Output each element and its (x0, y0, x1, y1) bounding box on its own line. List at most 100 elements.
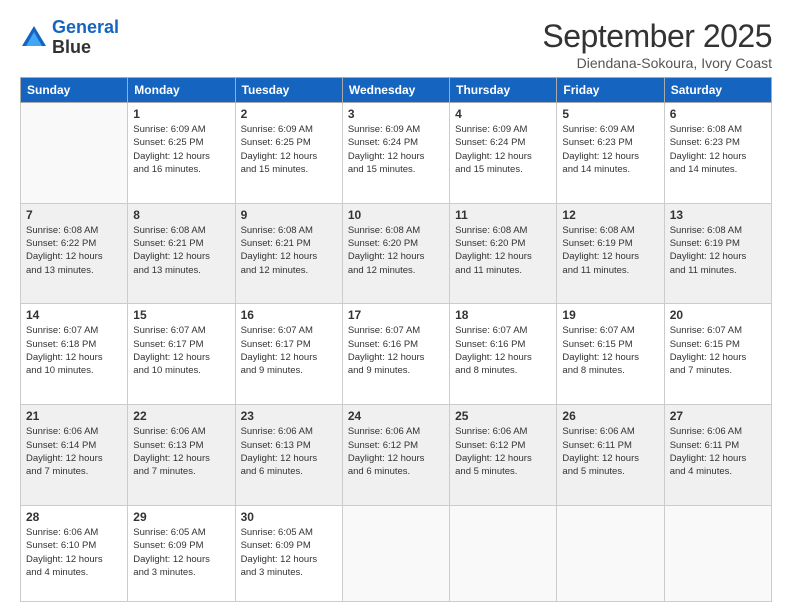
day-info: Sunrise: 6:06 AM Sunset: 6:13 PM Dayligh… (241, 425, 337, 478)
day-info: Sunrise: 6:07 AM Sunset: 6:18 PM Dayligh… (26, 324, 122, 377)
day-cell: 26Sunrise: 6:06 AM Sunset: 6:11 PM Dayli… (557, 405, 664, 506)
day-info: Sunrise: 6:08 AM Sunset: 6:21 PM Dayligh… (241, 224, 337, 277)
day-cell: 19Sunrise: 6:07 AM Sunset: 6:15 PM Dayli… (557, 304, 664, 405)
day-cell: 1 Sunrise: 6:09 AM Sunset: 6:25 PM Daylig… (128, 103, 235, 204)
day-cell: 24 Sunrise: 6:06 AM Sunset: 6:12 PM Dayli… (342, 405, 449, 506)
day-number: 21 (26, 409, 122, 423)
header-day: Saturday (664, 78, 771, 103)
day-cell: 14 Sunrise: 6:07 AM Sunset: 6:18 PM Dayli… (21, 304, 128, 405)
day-info: Sunrise: 6:09 AM Sunset: 6:25 PM Dayligh… (241, 123, 337, 176)
logo-icon (20, 24, 48, 52)
day-number: 22 (133, 409, 229, 423)
day-number: 30 (241, 510, 337, 524)
day-cell: 10 Sunrise: 6:08 AM Sunset: 6:20 PM Dayli… (342, 203, 449, 304)
day-cell: 4Sunrise: 6:09 AM Sunset: 6:24 PM Daylig… (450, 103, 557, 204)
day-number: 24 (348, 409, 444, 423)
day-cell: 13 Sunrise: 6:08 AM Sunset: 6:19 PM Dayli… (664, 203, 771, 304)
day-number: 23 (241, 409, 337, 423)
day-number: 17 (348, 308, 444, 322)
day-cell: 21 Sunrise: 6:06 AM Sunset: 6:14 PM Dayli… (21, 405, 128, 506)
calendar-table: SundayMondayTuesdayWednesdayThursdayFrid… (20, 77, 772, 602)
header-day: Monday (128, 78, 235, 103)
day-cell (664, 505, 771, 601)
day-number: 9 (241, 208, 337, 222)
day-info: Sunrise: 6:08 AM Sunset: 6:20 PM Dayligh… (348, 224, 444, 277)
page: General Blue September 2025 Diendana-Sok… (0, 0, 792, 612)
day-cell: 5Sunrise: 6:09 AM Sunset: 6:23 PM Daylig… (557, 103, 664, 204)
day-info: Sunrise: 6:07 AM Sunset: 6:15 PM Dayligh… (670, 324, 766, 377)
day-info: Sunrise: 6:06 AM Sunset: 6:14 PM Dayligh… (26, 425, 122, 478)
title-section: September 2025 Diendana-Sokoura, Ivory C… (542, 18, 772, 71)
header-day: Wednesday (342, 78, 449, 103)
top-section: General Blue September 2025 Diendana-Sok… (20, 18, 772, 71)
day-cell: 29 Sunrise: 6:05 AM Sunset: 6:09 PM Dayli… (128, 505, 235, 601)
day-number: 25 (455, 409, 551, 423)
header-row: SundayMondayTuesdayWednesdayThursdayFrid… (21, 78, 772, 103)
day-info: Sunrise: 6:07 AM Sunset: 6:17 PM Dayligh… (133, 324, 229, 377)
day-cell: 27Sunrise: 6:06 AM Sunset: 6:11 PM Dayli… (664, 405, 771, 506)
day-cell: 7 Sunrise: 6:08 AM Sunset: 6:22 PM Daylig… (21, 203, 128, 304)
day-info: Sunrise: 6:06 AM Sunset: 6:12 PM Dayligh… (455, 425, 551, 478)
day-cell: 28Sunrise: 6:06 AM Sunset: 6:10 PM Dayli… (21, 505, 128, 601)
day-cell (450, 505, 557, 601)
day-cell: 9 Sunrise: 6:08 AM Sunset: 6:21 PM Daylig… (235, 203, 342, 304)
day-cell: 3 Sunrise: 6:09 AM Sunset: 6:24 PM Daylig… (342, 103, 449, 204)
day-info: Sunrise: 6:09 AM Sunset: 6:23 PM Dayligh… (562, 123, 658, 176)
day-number: 15 (133, 308, 229, 322)
day-number: 18 (455, 308, 551, 322)
subtitle: Diendana-Sokoura, Ivory Coast (542, 55, 772, 71)
day-cell: 6 Sunrise: 6:08 AM Sunset: 6:23 PM Daylig… (664, 103, 771, 204)
day-info: Sunrise: 6:09 AM Sunset: 6:24 PM Dayligh… (455, 123, 551, 176)
day-info: Sunrise: 6:09 AM Sunset: 6:24 PM Dayligh… (348, 123, 444, 176)
day-info: Sunrise: 6:05 AM Sunset: 6:09 PM Dayligh… (241, 526, 337, 579)
day-cell: 25 Sunrise: 6:06 AM Sunset: 6:12 PM Dayli… (450, 405, 557, 506)
day-number: 10 (348, 208, 444, 222)
day-info: Sunrise: 6:08 AM Sunset: 6:20 PM Dayligh… (455, 224, 551, 277)
logo-text: General Blue (52, 18, 119, 58)
day-number: 7 (26, 208, 122, 222)
day-number: 1 (133, 107, 229, 121)
day-number: 12 (562, 208, 658, 222)
day-cell: 2 Sunrise: 6:09 AM Sunset: 6:25 PM Daylig… (235, 103, 342, 204)
day-info: Sunrise: 6:08 AM Sunset: 6:19 PM Dayligh… (562, 224, 658, 277)
day-info: Sunrise: 6:07 AM Sunset: 6:17 PM Dayligh… (241, 324, 337, 377)
day-number: 3 (348, 107, 444, 121)
day-number: 2 (241, 107, 337, 121)
day-cell: 16 Sunrise: 6:07 AM Sunset: 6:17 PM Dayli… (235, 304, 342, 405)
day-cell (21, 103, 128, 204)
day-info: Sunrise: 6:05 AM Sunset: 6:09 PM Dayligh… (133, 526, 229, 579)
day-info: Sunrise: 6:08 AM Sunset: 6:22 PM Dayligh… (26, 224, 122, 277)
day-info: Sunrise: 6:06 AM Sunset: 6:12 PM Dayligh… (348, 425, 444, 478)
day-info: Sunrise: 6:08 AM Sunset: 6:23 PM Dayligh… (670, 123, 766, 176)
day-number: 20 (670, 308, 766, 322)
day-info: Sunrise: 6:06 AM Sunset: 6:11 PM Dayligh… (562, 425, 658, 478)
day-number: 8 (133, 208, 229, 222)
week-row: 14 Sunrise: 6:07 AM Sunset: 6:18 PM Dayli… (21, 304, 772, 405)
day-number: 16 (241, 308, 337, 322)
week-row: 7 Sunrise: 6:08 AM Sunset: 6:22 PM Daylig… (21, 203, 772, 304)
day-number: 6 (670, 107, 766, 121)
day-cell (557, 505, 664, 601)
day-info: Sunrise: 6:08 AM Sunset: 6:19 PM Dayligh… (670, 224, 766, 277)
week-row: 21 Sunrise: 6:06 AM Sunset: 6:14 PM Dayli… (21, 405, 772, 506)
week-row: 28Sunrise: 6:06 AM Sunset: 6:10 PM Dayli… (21, 505, 772, 601)
day-info: Sunrise: 6:07 AM Sunset: 6:16 PM Dayligh… (348, 324, 444, 377)
header-day: Sunday (21, 78, 128, 103)
day-cell: 30 Sunrise: 6:05 AM Sunset: 6:09 PM Dayli… (235, 505, 342, 601)
day-info: Sunrise: 6:06 AM Sunset: 6:13 PM Dayligh… (133, 425, 229, 478)
day-number: 13 (670, 208, 766, 222)
day-cell: 23 Sunrise: 6:06 AM Sunset: 6:13 PM Dayli… (235, 405, 342, 506)
day-info: Sunrise: 6:09 AM Sunset: 6:25 PM Dayligh… (133, 123, 229, 176)
header-day: Tuesday (235, 78, 342, 103)
day-info: Sunrise: 6:07 AM Sunset: 6:16 PM Dayligh… (455, 324, 551, 377)
day-cell (342, 505, 449, 601)
week-row: 1 Sunrise: 6:09 AM Sunset: 6:25 PM Daylig… (21, 103, 772, 204)
day-cell: 17 Sunrise: 6:07 AM Sunset: 6:16 PM Dayli… (342, 304, 449, 405)
header-day: Friday (557, 78, 664, 103)
main-title: September 2025 (542, 18, 772, 55)
day-cell: 15 Sunrise: 6:07 AM Sunset: 6:17 PM Dayli… (128, 304, 235, 405)
day-number: 28 (26, 510, 122, 524)
day-number: 29 (133, 510, 229, 524)
day-number: 14 (26, 308, 122, 322)
day-cell: 20 Sunrise: 6:07 AM Sunset: 6:15 PM Dayli… (664, 304, 771, 405)
